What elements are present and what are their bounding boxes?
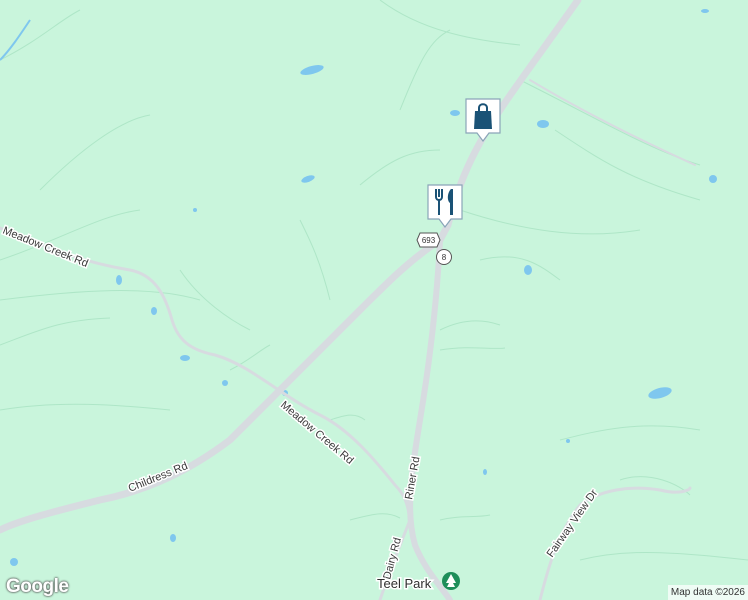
shopping-marker[interactable] — [464, 97, 502, 142]
teel-park-label: Teel Park — [377, 576, 432, 591]
restaurant-marker[interactable] — [426, 183, 464, 228]
side-road-ne — [529, 79, 696, 166]
riner-rd-label: Riner Rd — [403, 456, 422, 501]
route-8-text: 8 — [442, 253, 447, 262]
water-bodies — [10, 9, 717, 566]
childress-rd-label: Childress Rd — [127, 460, 190, 495]
map-layer: Meadow Creek Rd Meadow Creek Rd Childres… — [0, 0, 748, 600]
tree-icon — [442, 572, 460, 590]
route-693-shield: 693 — [416, 232, 441, 248]
map-attribution[interactable]: Map data ©2026 — [667, 585, 748, 600]
route-8-shield: 8 — [436, 249, 452, 265]
meadow-creek-rd-label-south: Meadow Creek Rd — [278, 399, 355, 467]
map-canvas[interactable]: Meadow Creek Rd Meadow Creek Rd Childres… — [0, 0, 748, 600]
fork-knife-icon — [427, 184, 463, 228]
route-693-text: 693 — [422, 236, 436, 245]
minor-paths — [0, 0, 748, 561]
riner-rd-line — [407, 237, 453, 600]
stream — [0, 19, 31, 61]
meadow-creek-rd-label-west: Meadow Creek Rd — [1, 225, 90, 270]
roads — [0, 0, 696, 600]
google-logo: Google — [6, 576, 69, 597]
shopping-bag-icon — [465, 98, 501, 142]
meadow-creek-rd-line — [0, 226, 412, 522]
dairy-rd-label: Dairy Rd — [381, 536, 404, 580]
childress-rd-line — [0, 236, 444, 534]
fairway-view-dr-label: Fairway View Dr — [545, 487, 601, 560]
